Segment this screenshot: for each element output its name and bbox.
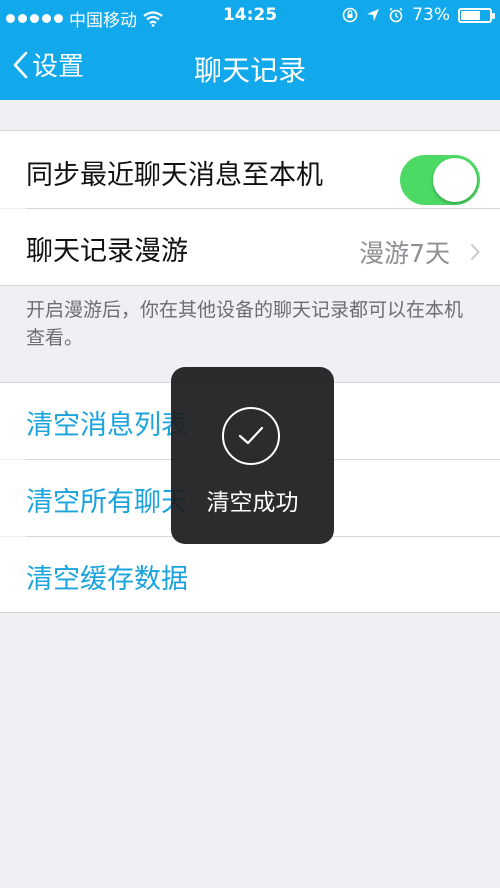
roaming-value: 漫游7天	[359, 239, 450, 268]
sync-label: 同步最近聊天消息至本机	[26, 160, 323, 191]
roaming-label: 聊天记录漫游	[26, 236, 188, 267]
battery-icon	[458, 7, 495, 23]
lock-rotation-icon	[342, 7, 358, 23]
battery-fill	[461, 10, 480, 20]
success-toast: 清空成功	[171, 367, 334, 544]
checkmark-icon	[222, 407, 280, 465]
battery-percent: 73%	[412, 5, 450, 25]
alarm-icon	[389, 7, 403, 23]
page-title: 聊天记录	[193, 54, 306, 87]
navigation-bar: 设置 聊天记录	[0, 32, 500, 100]
toast-message: 清空成功	[206, 490, 299, 516]
sync-toggle[interactable]	[400, 155, 480, 205]
group2-bottom-divider	[0, 612, 500, 613]
status-bar: 中国移动 14:25 73%	[0, 0, 500, 32]
chevron-right-icon	[470, 243, 480, 261]
location-icon	[367, 9, 380, 21]
toggle-knob	[433, 158, 477, 202]
group-bottom-divider	[0, 285, 500, 286]
roaming-row[interactable]: 聊天记录漫游 漫游7天	[0, 209, 500, 285]
clear-list-label: 清空消息列表	[26, 410, 188, 441]
clear-cache-row[interactable]: 清空缓存数据	[0, 537, 500, 612]
sync-row: 同步最近聊天消息至本机	[0, 131, 500, 208]
clear-cache-label: 清空缓存数据	[26, 564, 188, 595]
status-right: 73%	[342, 5, 495, 25]
roaming-description: 开启漫游后，你在其他设备的聊天记录都可以在本机查看。	[26, 299, 464, 349]
clear-all-prefix: 清空所有聊天	[26, 487, 188, 518]
clear-all-chats-label: 清空所有聊天	[26, 480, 188, 519]
